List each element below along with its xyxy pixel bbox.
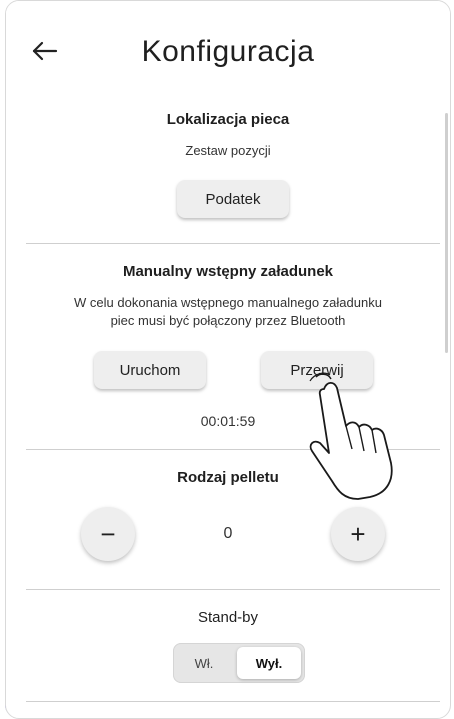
standby-title: Stand-by (197, 609, 259, 626)
divider (26, 243, 440, 244)
stop-button[interactable]: Przerwij (261, 351, 373, 389)
manual-loading-title: Manualny wstępny załadunek (122, 263, 334, 280)
start-button[interactable]: Uruchom (94, 351, 206, 389)
manual-loading-description-line1: W celu dokonania wstępnego manualnego za… (74, 295, 382, 310)
plus-icon: + (350, 519, 366, 549)
increment-button[interactable]: + (331, 507, 385, 561)
furnace-location-subtitle: Zestaw pozycji (185, 143, 271, 158)
pellet-type-title: Rodzaj pelletu (177, 469, 279, 486)
furnace-location-title: Lokalizacja pieca (166, 111, 290, 128)
standby-off-option[interactable]: Wył. (237, 647, 301, 679)
manual-loading-description-line2: piec musi być połączony przez Bluetooth (110, 313, 346, 328)
page-title: Konfiguracja (141, 35, 315, 68)
divider (26, 589, 440, 590)
divider (26, 449, 440, 450)
screen-content: Konfiguracja Lokalizacja pieca Zestaw po… (6, 1, 450, 706)
timer-display: 00:01:59 (200, 413, 256, 429)
podatek-button[interactable]: Podatek (177, 180, 289, 218)
standby-on-option[interactable]: Wł. (181, 647, 227, 679)
standby-toggle[interactable]: Wł. Wył. (173, 643, 305, 683)
header: Konfiguracja (6, 21, 450, 81)
screen: Konfiguracja Lokalizacja pieca Zestaw po… (5, 0, 451, 719)
divider (26, 701, 440, 702)
